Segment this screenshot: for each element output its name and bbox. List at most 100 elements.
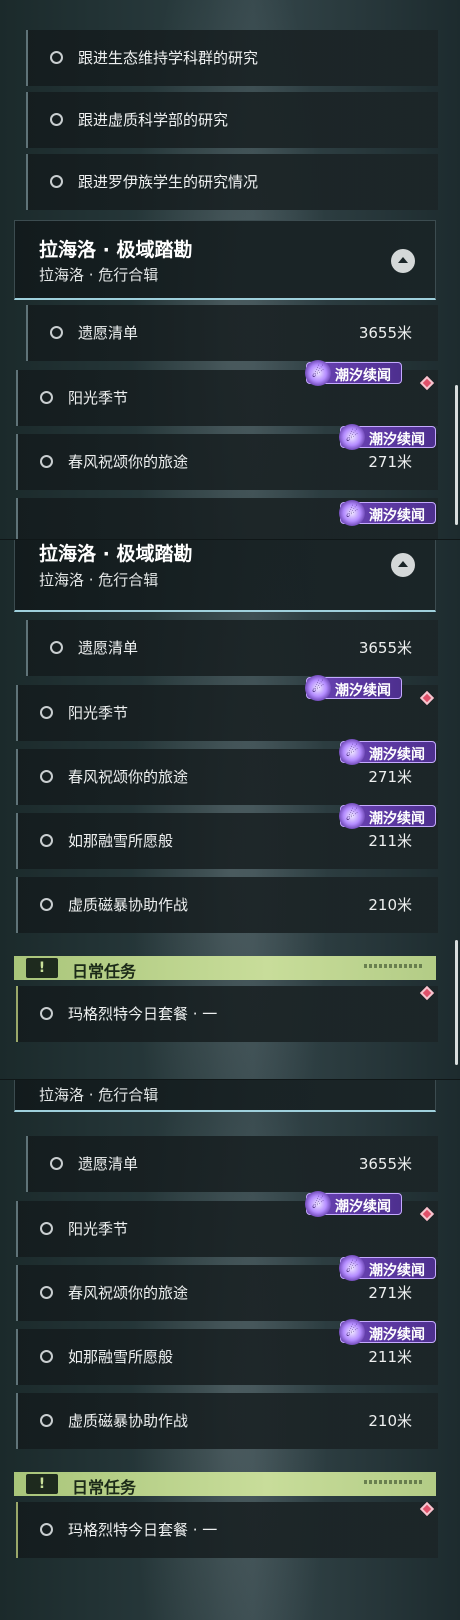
- badge-label: 潮汐续闻: [335, 683, 391, 699]
- tide-story-badge: ☄ 潮汐续闻: [339, 424, 436, 450]
- task-distance: 3655米: [358, 639, 412, 657]
- quest-group-subtitle: 拉海洛 · 危行合辑: [39, 1086, 159, 1104]
- task-label: 阳光季节: [68, 704, 129, 722]
- panel-2: 拉海洛 · 极域踏勘 拉海洛 · 危行合辑 遗愿清单 3655米 阳光季节 ☄ …: [0, 540, 460, 1080]
- tide-swirl-icon: ☄: [305, 360, 331, 386]
- task-label: 阳光季节: [68, 1220, 129, 1238]
- task-row[interactable]: 跟进罗伊族学生的研究情况: [26, 154, 438, 210]
- scrollbar[interactable]: [455, 940, 458, 1065]
- task-label: 玛格烈特今日套餐 · 一: [68, 1521, 218, 1539]
- tide-story-badge: ☄ 潮汐续闻: [305, 1191, 402, 1217]
- task-status-circle-icon: [40, 1222, 53, 1235]
- tide-swirl-icon: ☄: [339, 424, 365, 450]
- task-row[interactable]: 玛格烈特今日套餐 · 一: [16, 1502, 438, 1558]
- task-status-circle-icon: [40, 834, 53, 847]
- exclamation-icon: !: [26, 958, 58, 978]
- task-status-circle-icon: [50, 51, 63, 64]
- tide-story-badge: ☄ 潮汐续闻: [339, 739, 436, 765]
- task-label: 遗愿清单: [78, 639, 139, 657]
- task-distance: 271米: [368, 453, 412, 471]
- tide-story-badge: ☄ 潮汐续闻: [339, 500, 436, 526]
- task-label: 春风祝颂你的旅途: [68, 453, 189, 471]
- quest-group-header[interactable]: 拉海洛 · 极域踏勘 拉海洛 · 危行合辑: [14, 220, 436, 300]
- badge-label: 潮汐续闻: [369, 508, 425, 524]
- task-row[interactable]: 遗愿清单 3655米: [26, 620, 438, 676]
- exclamation-icon: !: [26, 1474, 58, 1494]
- task-label: 虚质磁暴协助作战: [68, 1412, 189, 1430]
- task-row[interactable]: 虚质磁暴协助作战 210米: [16, 1393, 438, 1449]
- task-status-circle-icon: [40, 391, 53, 404]
- tide-swirl-icon: ☄: [339, 803, 365, 829]
- daily-tasks-label: 日常任务: [72, 1478, 137, 1497]
- chevron-up-icon[interactable]: [391, 249, 415, 273]
- task-label: 春风祝颂你的旅途: [68, 768, 189, 786]
- task-distance: 271米: [368, 1284, 412, 1302]
- daily-tasks-header[interactable]: ! 日常任务: [14, 1472, 436, 1497]
- quest-group-title: 拉海洛 · 极域踏勘: [39, 239, 193, 261]
- task-status-circle-icon: [50, 326, 63, 339]
- task-status-circle-icon: [50, 641, 63, 654]
- badge-label: 潮汐续闻: [369, 811, 425, 827]
- panel-3: 拉海洛 · 危行合辑 遗愿清单 3655米 阳光季节 ☄ 潮汐续闻 春风祝颂你的…: [0, 1080, 460, 1620]
- task-label: 阳光季节: [68, 389, 129, 407]
- task-status-circle-icon: [40, 455, 53, 468]
- task-distance: 211米: [368, 832, 412, 850]
- task-label: 玛格烈特今日套餐 · 一: [68, 1005, 218, 1023]
- task-status-circle-icon: [50, 113, 63, 126]
- tide-story-badge: ☄ 潮汐续闻: [305, 675, 402, 701]
- task-status-circle-icon: [40, 770, 53, 783]
- task-label: 遗愿清单: [78, 1155, 139, 1173]
- tide-swirl-icon: ☄: [305, 675, 331, 701]
- task-distance: 3655米: [358, 324, 412, 342]
- badge-label: 潮汐续闻: [369, 1263, 425, 1279]
- task-distance: 210米: [368, 1412, 412, 1430]
- task-label: 遗愿清单: [78, 324, 139, 342]
- task-status-circle-icon: [50, 1157, 63, 1170]
- task-row[interactable]: 遗愿清单 3655米: [26, 1136, 438, 1192]
- tide-story-badge: ☄ 潮汐续闻: [339, 1319, 436, 1345]
- task-row[interactable]: 虚质磁暴协助作战 210米: [16, 877, 438, 933]
- task-status-circle-icon: [40, 1007, 53, 1020]
- daily-tasks-label: 日常任务: [72, 962, 137, 981]
- quest-group-title: 拉海洛 · 极域踏勘: [39, 543, 193, 565]
- task-distance: 3655米: [358, 1155, 412, 1173]
- panel-1: 跟进生态维持学科群的研究 跟进虚质科学部的研究 跟进罗伊族学生的研究情况 拉海洛…: [0, 0, 460, 540]
- task-status-circle-icon: [50, 175, 63, 188]
- task-label: 春风祝颂你的旅途: [68, 1284, 189, 1302]
- badge-label: 潮汐续闻: [335, 368, 391, 384]
- scrollbar[interactable]: [455, 385, 458, 525]
- task-row[interactable]: 跟进虚质科学部的研究: [26, 92, 438, 148]
- task-status-circle-icon: [40, 1414, 53, 1427]
- task-label: 跟进虚质科学部的研究: [78, 111, 229, 129]
- tide-swirl-icon: ☄: [305, 1191, 331, 1217]
- badge-label: 潮汐续闻: [369, 1327, 425, 1343]
- tide-story-badge: ☄ 潮汐续闻: [339, 803, 436, 829]
- daily-tasks-header[interactable]: ! 日常任务: [14, 956, 436, 981]
- task-row[interactable]: 遗愿清单 3655米: [26, 305, 438, 361]
- tide-story-badge: ☄ 潮汐续闻: [339, 1255, 436, 1281]
- chevron-up-icon[interactable]: [391, 553, 415, 577]
- decorative-stripe: [364, 1480, 424, 1484]
- quest-group-subtitle: 拉海洛 · 危行合辑: [39, 266, 159, 284]
- task-distance: 210米: [368, 896, 412, 914]
- task-status-circle-icon: [40, 898, 53, 911]
- task-label: 如那融雪所愿般: [68, 832, 174, 850]
- task-label: 虚质磁暴协助作战: [68, 896, 189, 914]
- task-distance: 271米: [368, 768, 412, 786]
- task-status-circle-icon: [40, 1350, 53, 1363]
- badge-label: 潮汐续闻: [335, 1199, 391, 1215]
- tide-swirl-icon: ☄: [339, 739, 365, 765]
- quest-group-header[interactable]: 拉海洛 · 极域踏勘 拉海洛 · 危行合辑: [14, 540, 436, 612]
- quest-group-header[interactable]: 拉海洛 · 危行合辑: [14, 1080, 436, 1112]
- tide-swirl-icon: ☄: [339, 500, 365, 526]
- quest-group-subtitle: 拉海洛 · 危行合辑: [39, 571, 159, 589]
- badge-label: 潮汐续闻: [369, 747, 425, 763]
- task-status-circle-icon: [40, 706, 53, 719]
- task-row[interactable]: 玛格烈特今日套餐 · 一: [16, 986, 438, 1042]
- task-status-circle-icon: [40, 1286, 53, 1299]
- tide-story-badge: ☄ 潮汐续闻: [305, 360, 402, 386]
- tide-swirl-icon: ☄: [339, 1319, 365, 1345]
- task-row[interactable]: 跟进生态维持学科群的研究: [26, 30, 438, 86]
- task-label: 跟进生态维持学科群的研究: [78, 49, 259, 67]
- decorative-stripe: [364, 964, 424, 968]
